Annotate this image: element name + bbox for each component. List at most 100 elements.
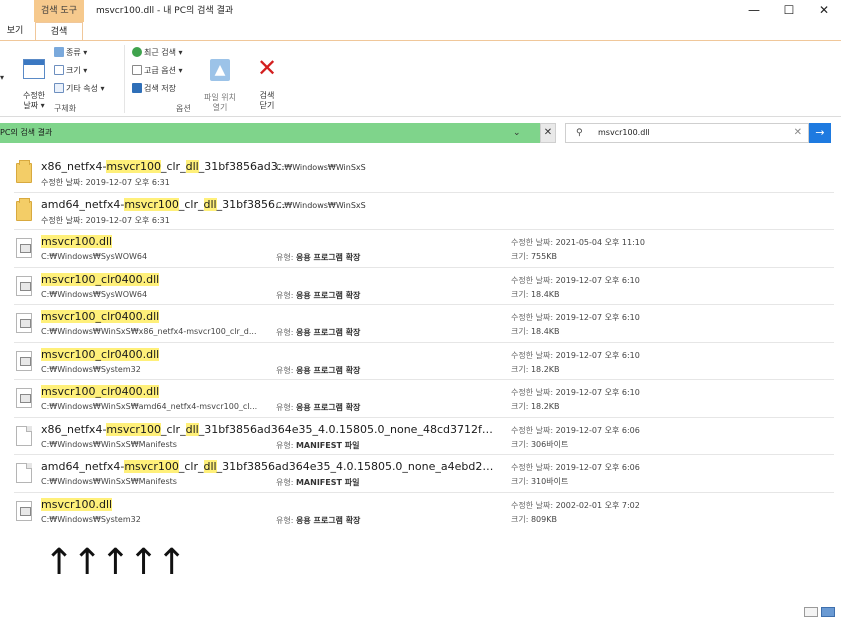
file-path: C:₩Windows₩WinSxS₩x86_netfx4-msvcr100_cl… xyxy=(41,327,257,336)
file-path: C:₩Windows₩SysWOW64 xyxy=(41,289,148,299)
modified-value: 2019-12-07 오후 6:10 xyxy=(555,313,640,322)
window-title: msvcr100.dll - 내 PC의 검색 결과 xyxy=(96,6,234,16)
dll-file-icon xyxy=(16,275,32,296)
modified-value: 2019-12-07 오후 6:06 xyxy=(555,463,640,472)
calendar-icon xyxy=(23,59,45,79)
name-highlight: dll xyxy=(185,422,199,436)
kind-button[interactable]: 종류 ▾ xyxy=(54,47,87,58)
search-clear-icon[interactable]: ✕ xyxy=(794,124,802,142)
modified-value: 2021-05-04 오후 11:10 xyxy=(555,238,645,247)
size-value: 18.2KB xyxy=(530,364,560,374)
name-highlight: msvcr100 xyxy=(124,197,179,211)
modified-value: 2019-12-07 오후 6:06 xyxy=(555,425,640,435)
size-value: 310바이트 xyxy=(530,477,569,486)
tiles-view-icon[interactable] xyxy=(821,607,835,617)
close-button[interactable]: ✕ xyxy=(806,0,841,22)
list-item[interactable]: x86_netfx4-msvcr100_clr_dll_31bf3856ad3.… xyxy=(14,155,834,193)
list-item[interactable]: msvcr100_clr0400.dll C:₩Windows₩System32 유… xyxy=(14,343,834,380)
file-path: C:₩Windows₩System32 xyxy=(41,514,141,524)
name-highlight: msvcr100_clr0400.dll xyxy=(41,385,160,398)
search-results-list: x86_netfx4-msvcr100_clr_dll_31bf3856ad3.… xyxy=(14,155,834,530)
file-name: msvcr100_clr0400.dll xyxy=(41,310,496,323)
search-input[interactable]: ⚲ msvcr100.dll ✕ xyxy=(565,123,809,143)
file-type: 유형: 응용 프로그램 확장 xyxy=(276,365,360,376)
type-value: MANIFEST 파일 xyxy=(295,478,360,487)
list-item[interactable]: msvcr100_clr0400.dll C:₩Windows₩SysWOW64 유… xyxy=(14,268,834,305)
file-type: 유형: MANIFEST 파일 xyxy=(276,440,359,451)
type-label: 유형: xyxy=(276,365,294,375)
size-label: 크기: xyxy=(511,289,529,299)
list-item[interactable]: msvcr100.dll C:₩Windows₩SysWOW64 유형: 응용 프로… xyxy=(14,230,834,268)
file-name: msvcr100_clr0400.dll xyxy=(41,347,496,361)
save-search-label: 검색 저장 xyxy=(144,84,176,93)
modified-label: 수정한 날짜: xyxy=(511,238,554,247)
list-item[interactable]: msvcr100_clr0400.dll C:₩Windows₩WinSxS₩am… xyxy=(14,380,834,418)
size-label: 크기: xyxy=(511,252,529,261)
dll-file-icon xyxy=(16,350,32,371)
search-tools-context-tab[interactable]: 검색 도구 xyxy=(34,0,84,22)
file-modified: 수정한 날짜: 2019-12-07 오후 6:31 xyxy=(41,178,170,187)
maximize-button[interactable]: ☐ xyxy=(771,0,807,22)
tab-view[interactable]: 보기 xyxy=(0,22,30,41)
search-query: msvcr100.dll xyxy=(598,128,650,137)
ribbon-overflow-icon[interactable]: ▾ xyxy=(0,73,4,82)
name-highlight: msvcr100.dll xyxy=(41,235,113,248)
size-value: 809KB xyxy=(530,514,557,524)
close-search-button[interactable]: ✕ 검색 닫기 xyxy=(250,47,284,111)
modified-label: 수정한 날짜: xyxy=(511,425,554,435)
name-segment: x86_netfx4- xyxy=(41,422,107,436)
tab-search[interactable]: 검색 xyxy=(35,22,83,41)
recent-searches-button[interactable]: 최근 검색 ▾ xyxy=(132,47,183,58)
modified-value: 2019-12-07 오후 6:10 xyxy=(555,388,640,397)
list-item[interactable]: msvcr100.dll C:₩Windows₩System32 유형: 응용 프로… xyxy=(14,493,834,531)
file-path: C:₩Windows₩System32 xyxy=(41,364,141,374)
list-item[interactable]: x86_netfx4-msvcr100_clr_dll_31bf3856ad36… xyxy=(14,418,834,455)
address-clear-button[interactable]: ✕ xyxy=(540,123,556,143)
type-value: 응용 프로그램 확장 xyxy=(295,290,361,300)
details-view-icon[interactable] xyxy=(804,607,818,617)
type-value: 응용 프로그램 확장 xyxy=(295,328,361,337)
file-date: 수정한 날짜: 2019-12-07 오후 6:06 xyxy=(511,462,640,473)
modified-label: 수정한 날짜: xyxy=(511,388,554,397)
modified-label: 수정한 날짜: xyxy=(511,500,554,510)
list-item[interactable]: amd64_netfx4-msvcr100_clr_dll_31bf3856..… xyxy=(14,193,834,230)
save-search-button[interactable]: 검색 저장 xyxy=(132,83,176,94)
file-name: msvcr100.dll xyxy=(41,235,496,248)
list-item[interactable]: msvcr100_clr0400.dll C:₩Windows₩WinSxS₩x8… xyxy=(14,305,834,343)
open-file-location-button[interactable]: ▲ 파일 위치 열기 xyxy=(198,49,242,113)
modified-value: 2019-12-07 오후 6:10 xyxy=(555,350,640,360)
file-name: amd64_netfx4-msvcr100_clr_dll_31bf3856..… xyxy=(41,197,496,211)
recent-searches-label: 최근 검색 ▾ xyxy=(144,48,183,57)
address-dropdown-icon[interactable]: ⌄ xyxy=(513,126,521,140)
minimize-button[interactable]: — xyxy=(736,0,772,22)
modified-date-button[interactable]: 수정한 날짜 ▾ xyxy=(18,49,50,111)
size-icon xyxy=(54,65,64,75)
file-type: 유형: 응용 프로그램 확장 xyxy=(276,515,360,526)
search-go-button[interactable]: → xyxy=(809,123,831,143)
group-separator xyxy=(124,45,125,113)
kind-label: 종류 ▾ xyxy=(66,48,88,57)
other-properties-button[interactable]: 기타 속성 ▾ xyxy=(54,83,105,94)
modified-value: 2002-02-01 오후 7:02 xyxy=(555,500,640,510)
name-segment: _clr_ xyxy=(160,422,186,436)
file-location: C:₩Windows₩WinSxS xyxy=(276,200,366,210)
type-label: 유형: xyxy=(276,515,294,525)
file-type: 유형: 응용 프로그램 확장 xyxy=(276,252,360,263)
address-bar[interactable]: PC의 검색 결과 ⌄ xyxy=(0,123,541,143)
size-button[interactable]: 크기 ▾ xyxy=(54,65,87,76)
type-value: 응용 프로그램 확장 xyxy=(295,365,361,375)
file-name: msvcr100.dll xyxy=(41,497,496,511)
file-date: 수정한 날짜: 2019-12-07 오후 6:06 xyxy=(511,425,640,436)
name-segment: x86_netfx4- xyxy=(41,160,107,173)
advanced-options-button[interactable]: 고급 옵션 ▾ xyxy=(132,65,183,76)
list-item[interactable]: amd64_netfx4-msvcr100_clr_dll_31bf3856ad… xyxy=(14,455,834,493)
name-highlight: dll xyxy=(203,460,217,473)
file-type: 유형: 응용 프로그램 확장 xyxy=(276,402,360,413)
modified-label: 수정한 날짜: xyxy=(511,313,554,322)
name-highlight: msvcr100_clr0400.dll xyxy=(41,310,160,323)
title-bar: 검색 도구 msvcr100.dll - 내 PC의 검색 결과 — ☐ ✕ xyxy=(0,0,841,22)
dll-file-icon xyxy=(16,313,32,333)
name-segment: amd64_netfx4- xyxy=(41,460,125,473)
name-highlight: msvcr100_clr0400.dll xyxy=(41,347,160,361)
kind-icon xyxy=(54,47,64,57)
